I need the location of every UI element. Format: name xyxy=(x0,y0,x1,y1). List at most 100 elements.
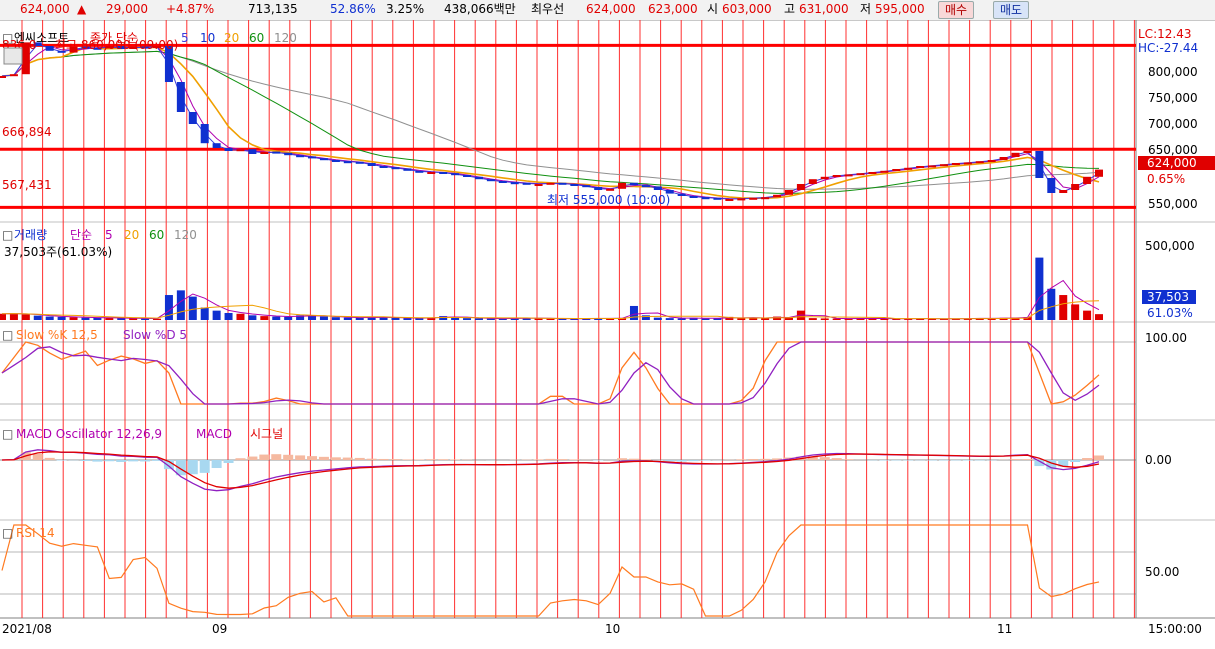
high-note: 최고 860,000 (09:00) xyxy=(55,38,178,52)
price-candle xyxy=(510,182,519,185)
stoch-k-label: Slow %K 12,5 xyxy=(16,328,98,342)
macd-osc-bar xyxy=(676,460,687,462)
price-candle xyxy=(951,163,960,165)
volume-bar xyxy=(474,318,483,320)
best-bid: 623,000 xyxy=(648,2,698,16)
macd-osc-bar xyxy=(295,455,306,460)
macd-osc-bar xyxy=(438,459,449,460)
macd-osc-bar xyxy=(366,458,377,460)
macd-osc-bar xyxy=(199,460,210,473)
price-candle xyxy=(594,187,603,190)
ticker-bar: 624,000 ▲ 29,000 +4.87% 713,135 52.86% 3… xyxy=(0,0,1215,21)
price-candle xyxy=(558,182,567,185)
price-candle xyxy=(176,82,185,112)
volume-bar xyxy=(737,318,746,320)
price-candle xyxy=(868,172,877,174)
stoch-panel-icon: □ xyxy=(2,328,13,342)
macd-osc-bar xyxy=(56,460,67,461)
price-candle xyxy=(1095,169,1103,177)
macd-osc-bar xyxy=(187,460,198,475)
calculator-icon[interactable] xyxy=(3,47,23,65)
y-tick-750000: 750,000 xyxy=(1148,91,1198,105)
x-label-sep: 09 xyxy=(212,622,227,636)
price-candle xyxy=(379,166,388,168)
macd-osc-bar xyxy=(318,456,329,460)
price-candle xyxy=(212,143,221,148)
low-note: 최저 555,000 (10:00) xyxy=(547,193,670,207)
price-candle xyxy=(832,175,841,177)
price-candle xyxy=(463,175,472,177)
macd-osc-bar xyxy=(426,459,437,460)
macd-osc-bar xyxy=(307,456,318,460)
price-candle xyxy=(963,162,972,165)
open-price: 603,000 xyxy=(722,2,772,16)
volume-bar xyxy=(1071,304,1080,320)
sell-button[interactable]: 매도 xyxy=(993,1,1030,19)
volume-bar xyxy=(331,317,340,320)
macd-osc-bar xyxy=(116,460,127,462)
price-candle xyxy=(1023,151,1032,153)
price-candle xyxy=(0,76,6,78)
macd-osc-bar xyxy=(140,460,151,462)
y-tick-800000: 800,000 xyxy=(1148,65,1198,79)
macd-osc-bar xyxy=(402,459,413,460)
volume-current-label: 37,503 xyxy=(1147,290,1189,304)
price-candle xyxy=(474,176,483,180)
macd-osc-bar xyxy=(843,459,854,460)
macd-osc-bar xyxy=(32,453,43,460)
price-candle xyxy=(546,182,555,185)
stoch-d-label: Slow %D 5 xyxy=(123,328,187,342)
price-candle xyxy=(296,155,305,158)
price-candle xyxy=(319,158,328,161)
high-price: 631,000 xyxy=(799,2,849,16)
volume-bar xyxy=(248,315,257,320)
trade-volume: 713,135 xyxy=(248,2,298,16)
price-candle xyxy=(284,152,293,156)
price-candle xyxy=(534,184,543,186)
macd-y-tick: 0.00 xyxy=(1145,453,1172,467)
volume-label: 거래량 xyxy=(14,228,47,242)
price-candle xyxy=(200,124,209,144)
price-candle xyxy=(391,167,400,170)
macd-osc-bar xyxy=(390,459,401,460)
y-tick-650000: 650,000 xyxy=(1148,143,1198,157)
volume-bar xyxy=(176,290,185,320)
price-candle xyxy=(45,46,54,51)
macd-osc-bar xyxy=(736,459,747,460)
current-price: 624,000 xyxy=(20,2,70,16)
price-candle xyxy=(618,182,627,189)
macd-osc-bar xyxy=(92,460,103,462)
rsi-panel-icon: □ xyxy=(2,526,13,540)
volume-bar xyxy=(284,316,293,320)
macd-osc-bar xyxy=(617,458,628,460)
rsi-label: RSI 14 xyxy=(16,526,55,540)
price-candle xyxy=(1047,178,1056,193)
lc-label: LC:12.43 xyxy=(1138,27,1191,41)
price-candle xyxy=(820,176,829,180)
macd-osc-bar xyxy=(342,457,353,460)
price-candle xyxy=(844,174,853,177)
buy-button[interactable]: 매수 xyxy=(938,1,975,19)
price-candle xyxy=(725,199,734,201)
volume-bar xyxy=(808,318,817,320)
volume-bar xyxy=(188,296,197,320)
macd-osc-bar xyxy=(414,459,425,460)
volume-bar xyxy=(9,313,18,320)
best-ask: 624,000 xyxy=(586,2,636,16)
macd-signal-label: 시그널 xyxy=(250,427,283,441)
macd-osc-bar xyxy=(211,460,222,469)
macd-osc-bar xyxy=(819,457,830,460)
volume-bar xyxy=(69,317,78,320)
volume-bar xyxy=(653,317,662,320)
volume-ma-label: 단순 xyxy=(70,228,92,242)
volume-bar xyxy=(701,318,710,320)
volume-bar xyxy=(21,314,30,320)
price-candle xyxy=(1035,151,1044,178)
macd-osc-bar xyxy=(760,458,771,460)
volume-bar xyxy=(355,317,364,320)
ma10-label: 10 xyxy=(200,31,215,45)
price-candle xyxy=(737,198,746,201)
stock-chart[interactable]: □ 엔씨소프트 종가 단순 5 10 20 60 120 836,0 최고 86… xyxy=(0,20,1215,649)
macd-osc-bar xyxy=(235,458,246,460)
volume-current-pct: 61.03% xyxy=(1147,306,1193,320)
